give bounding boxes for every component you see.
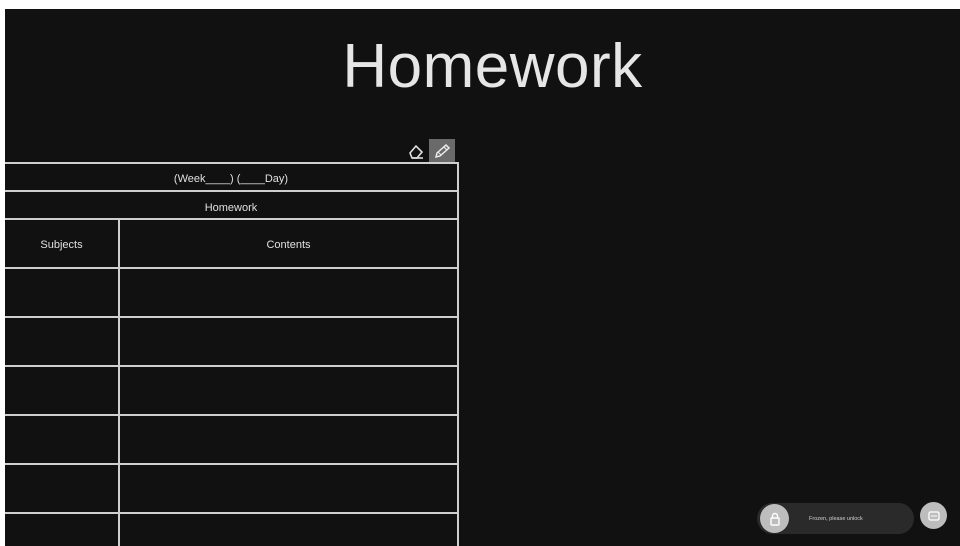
pen-icon: [434, 143, 451, 159]
table-row[interactable]: [5, 463, 457, 465]
table-row[interactable]: [5, 365, 457, 367]
unlock-message: Frozen, please unlock: [809, 515, 863, 522]
unlock-button[interactable]: [760, 504, 789, 533]
subjects-header: Subjects: [40, 239, 83, 251]
pen-button[interactable]: [429, 139, 455, 163]
table-border: [5, 218, 457, 220]
table-row[interactable]: [5, 267, 457, 269]
week-day-cell[interactable]: (Week____) (____Day): [5, 173, 457, 185]
table-toolbar: [403, 139, 455, 163]
contents-header: Contents: [266, 239, 311, 251]
page-title: Homework: [342, 32, 643, 101]
table-row[interactable]: [5, 316, 457, 318]
table-row[interactable]: [5, 414, 457, 416]
whiteboard-screen[interactable]: Homework (Week____) (____Day) Homework S…: [5, 9, 960, 546]
screen-action-button[interactable]: [920, 502, 947, 529]
table-row[interactable]: [5, 512, 457, 514]
table-border: [5, 162, 457, 164]
homework-heading-cell: Homework: [204, 202, 258, 214]
unlock-bar[interactable]: Frozen, please unlock: [757, 503, 914, 534]
screen-icon: [927, 510, 940, 521]
lock-icon: [769, 512, 780, 526]
table-border: [5, 190, 457, 192]
eraser-icon: [409, 144, 424, 159]
homework-table: (Week____) (____Day) Homework Subjects C…: [5, 162, 459, 546]
eraser-button[interactable]: [403, 139, 429, 163]
